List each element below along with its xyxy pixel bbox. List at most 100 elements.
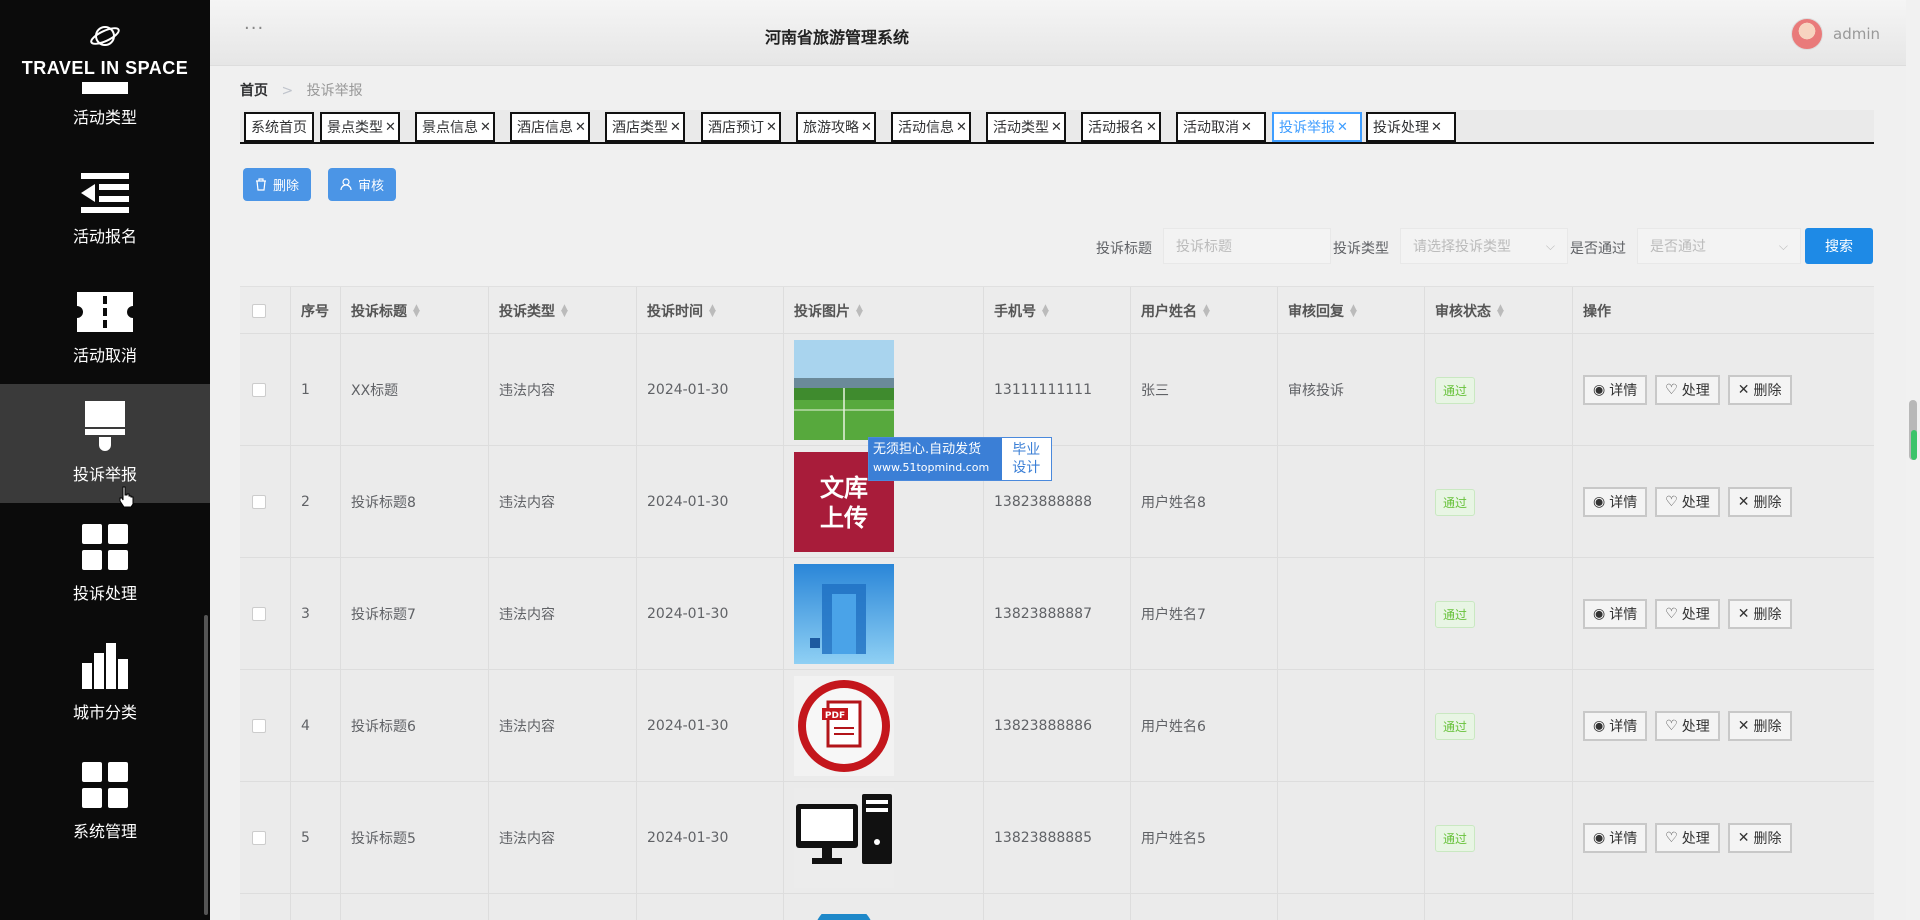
sidebar-item-city-category[interactable]: 城市分类 [0, 622, 210, 741]
tab-hotel-booking[interactable]: 酒店预订 ✕ [701, 112, 781, 142]
sort-icon[interactable]: ▲ ▼ [709, 303, 716, 318]
delete-button[interactable]: ✕ 删除 [1727, 599, 1792, 629]
sidebar-item-activity-type[interactable]: 活动类型 [0, 80, 210, 146]
bulk-delete-button[interactable]: 删除 [243, 168, 312, 201]
close-icon[interactable]: ✕ [1146, 120, 1157, 135]
tab-activity-signup[interactable]: 活动报名 ✕ [1081, 112, 1161, 142]
sort-icon[interactable]: ▲ ▼ [1203, 303, 1210, 318]
sidebar-item-activity-signup[interactable]: 活动报名 [0, 146, 210, 265]
blue-stage-image[interactable] [794, 564, 894, 664]
col-reply[interactable]: 审核回复 ▲ ▼ [1288, 287, 1357, 334]
col-phone[interactable]: 手机号 ▲ ▼ [994, 287, 1049, 334]
close-icon[interactable]: ✕ [385, 120, 396, 135]
title-search-input[interactable]: 投诉标题 [1163, 228, 1331, 264]
close-icon[interactable]: ✕ [956, 120, 967, 135]
col-time[interactable]: 投诉时间 ▲ ▼ [647, 287, 716, 334]
scroll-indicator [1911, 430, 1917, 460]
computer-image[interactable] [794, 788, 894, 888]
close-icon[interactable]: ✕ [575, 120, 586, 135]
tab-activity-type[interactable]: 活动类型 ✕ [986, 112, 1066, 142]
row-checkbox-cell[interactable] [252, 446, 266, 558]
handle-button[interactable]: ♡ 处理 [1655, 487, 1720, 517]
breadcrumb-home[interactable]: 首页 [240, 83, 268, 99]
bulk-delete-label: 删除 [273, 179, 300, 194]
close-icon[interactable]: ✕ [480, 120, 491, 135]
cell-image[interactable] [794, 334, 894, 446]
close-icon[interactable]: ✕ [1431, 120, 1442, 135]
sort-icon[interactable]: ▲ ▼ [1042, 303, 1049, 318]
close-icon[interactable]: ✕ [861, 120, 872, 135]
watermark-right: 毕业 设计 [1002, 438, 1051, 480]
col-image[interactable]: 投诉图片 ▲ ▼ [794, 287, 863, 334]
avatar[interactable] [1791, 18, 1823, 50]
sidebar-item-activity-cancel[interactable]: 活动取消 [0, 265, 210, 384]
detail-button[interactable]: ◉ 详情 [1583, 599, 1648, 629]
handle-button[interactable]: ♡ 处理 [1655, 711, 1720, 741]
sort-icon[interactable]: ▲ ▼ [413, 303, 420, 318]
col-title[interactable]: 投诉标题 ▲ ▼ [351, 287, 420, 334]
tab-travel-guide[interactable]: 旅游攻略 ✕ [796, 112, 876, 142]
cell-image[interactable] [794, 894, 894, 920]
close-icon[interactable]: ✕ [1241, 120, 1252, 135]
partial-image[interactable] [794, 914, 894, 920]
select-all-checkbox-cell[interactable] [252, 287, 266, 334]
search-button[interactable]: 搜索 [1805, 228, 1873, 264]
row-checkbox[interactable] [252, 831, 266, 845]
handle-button[interactable]: ♡ 处理 [1655, 599, 1720, 629]
tab-scenic-info[interactable]: 景点信息 ✕ [415, 112, 495, 142]
select-all-checkbox[interactable] [252, 303, 266, 318]
review-button[interactable]: 审核 [328, 168, 397, 201]
detail-button[interactable]: ◉ 详情 [1583, 711, 1648, 741]
tab-activity-info[interactable]: 活动信息 ✕ [891, 112, 971, 142]
row-checkbox[interactable] [252, 607, 266, 621]
row-checkbox[interactable] [252, 719, 266, 733]
menu-toggle-icon[interactable]: ··· [244, 18, 264, 39]
close-icon[interactable]: ✕ [670, 120, 681, 135]
tab-hotel-type[interactable]: 酒店类型 ✕ [605, 112, 685, 142]
row-checkbox[interactable] [252, 383, 266, 397]
sort-icon[interactable]: ▲ ▼ [856, 303, 863, 318]
pass-select[interactable]: 是否通过 ⌵ [1637, 228, 1801, 264]
tab-home[interactable]: 系统首页 [244, 112, 314, 142]
sort-icon[interactable]: ▲ ▼ [561, 303, 568, 318]
cell-image[interactable] [794, 782, 894, 894]
row-checkbox[interactable] [252, 495, 266, 509]
tab-complaint-handle[interactable]: 投诉处理 ✕ [1366, 112, 1456, 142]
detail-button[interactable]: ◉ 详情 [1583, 375, 1648, 405]
tab-scenic-type[interactable]: 景点类型 ✕ [320, 112, 400, 142]
page-scrollbar[interactable] [1906, 0, 1920, 920]
delete-button[interactable]: ✕ 删除 [1727, 823, 1792, 853]
sort-icon[interactable]: ▲ ▼ [1350, 303, 1357, 318]
delete-button[interactable]: ✕ 删除 [1727, 711, 1792, 741]
tab-hotel-info[interactable]: 酒店信息 ✕ [510, 112, 590, 142]
sidebar-item-system-manage[interactable]: 系统管理 [0, 741, 210, 860]
detail-button[interactable]: ◉ 详情 [1583, 823, 1648, 853]
sort-icon[interactable]: ▲ ▼ [1497, 303, 1504, 318]
row-checkbox-cell[interactable] [252, 782, 266, 894]
handle-button[interactable]: ♡ 处理 [1655, 823, 1720, 853]
col-status[interactable]: 审核状态 ▲ ▼ [1435, 287, 1504, 334]
type-select[interactable]: 请选择投诉类型 ⌵ [1400, 228, 1568, 264]
stadium-image[interactable] [794, 340, 894, 440]
pdf-image[interactable]: PDF [794, 676, 894, 776]
user-menu[interactable]: admin [1791, 18, 1880, 50]
sidebar-scrollbar[interactable] [204, 615, 208, 915]
sidebar-item-complaint-report[interactable]: 投诉举报 [0, 384, 210, 503]
delete-button[interactable]: ✕ 删除 [1727, 375, 1792, 405]
row-checkbox-cell[interactable] [252, 334, 266, 446]
col-type[interactable]: 投诉类型 ▲ ▼ [499, 287, 568, 334]
cell-image[interactable] [794, 558, 894, 670]
tab-complaint-report[interactable]: 投诉举报 ✕ [1272, 112, 1362, 142]
detail-button[interactable]: ◉ 详情 [1583, 487, 1648, 517]
handle-button[interactable]: ♡ 处理 [1655, 375, 1720, 405]
col-username[interactable]: 用户姓名 ▲ ▼ [1141, 287, 1210, 334]
row-checkbox-cell[interactable] [252, 670, 266, 782]
row-checkbox-cell[interactable] [252, 558, 266, 670]
cell-image[interactable]: PDF [794, 670, 894, 782]
close-icon[interactable]: ✕ [1051, 120, 1062, 135]
sidebar-item-complaint-handle[interactable]: 投诉处理 [0, 503, 210, 622]
tab-activity-cancel[interactable]: 活动取消 ✕ [1176, 112, 1266, 142]
close-icon[interactable]: ✕ [1337, 120, 1348, 135]
delete-button[interactable]: ✕ 删除 [1727, 487, 1792, 517]
close-icon[interactable]: ✕ [766, 120, 777, 135]
